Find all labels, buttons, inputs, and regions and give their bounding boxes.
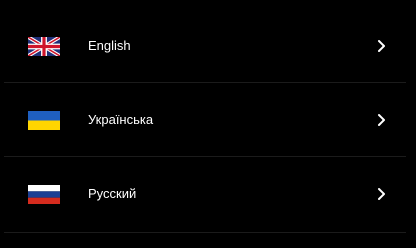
language-item-english[interactable]: English [4,9,406,83]
uk-flag-icon [28,37,60,56]
chevron-right-icon [375,186,387,202]
language-label-english: English [88,38,131,53]
language-label-russian: Русский [88,186,137,201]
language-list: English Українська Русский [4,9,406,233]
chevron-right-icon [375,112,387,128]
russia-flag-icon [28,185,60,204]
language-label-ukrainian: Українська [88,112,154,127]
language-item-russian[interactable]: Русский [4,157,406,233]
chevron-right-icon [375,38,387,54]
language-item-ukrainian[interactable]: Українська [4,83,406,157]
language-selection-screen: English Українська Русский [0,0,416,248]
ukraine-flag-icon [28,111,60,130]
